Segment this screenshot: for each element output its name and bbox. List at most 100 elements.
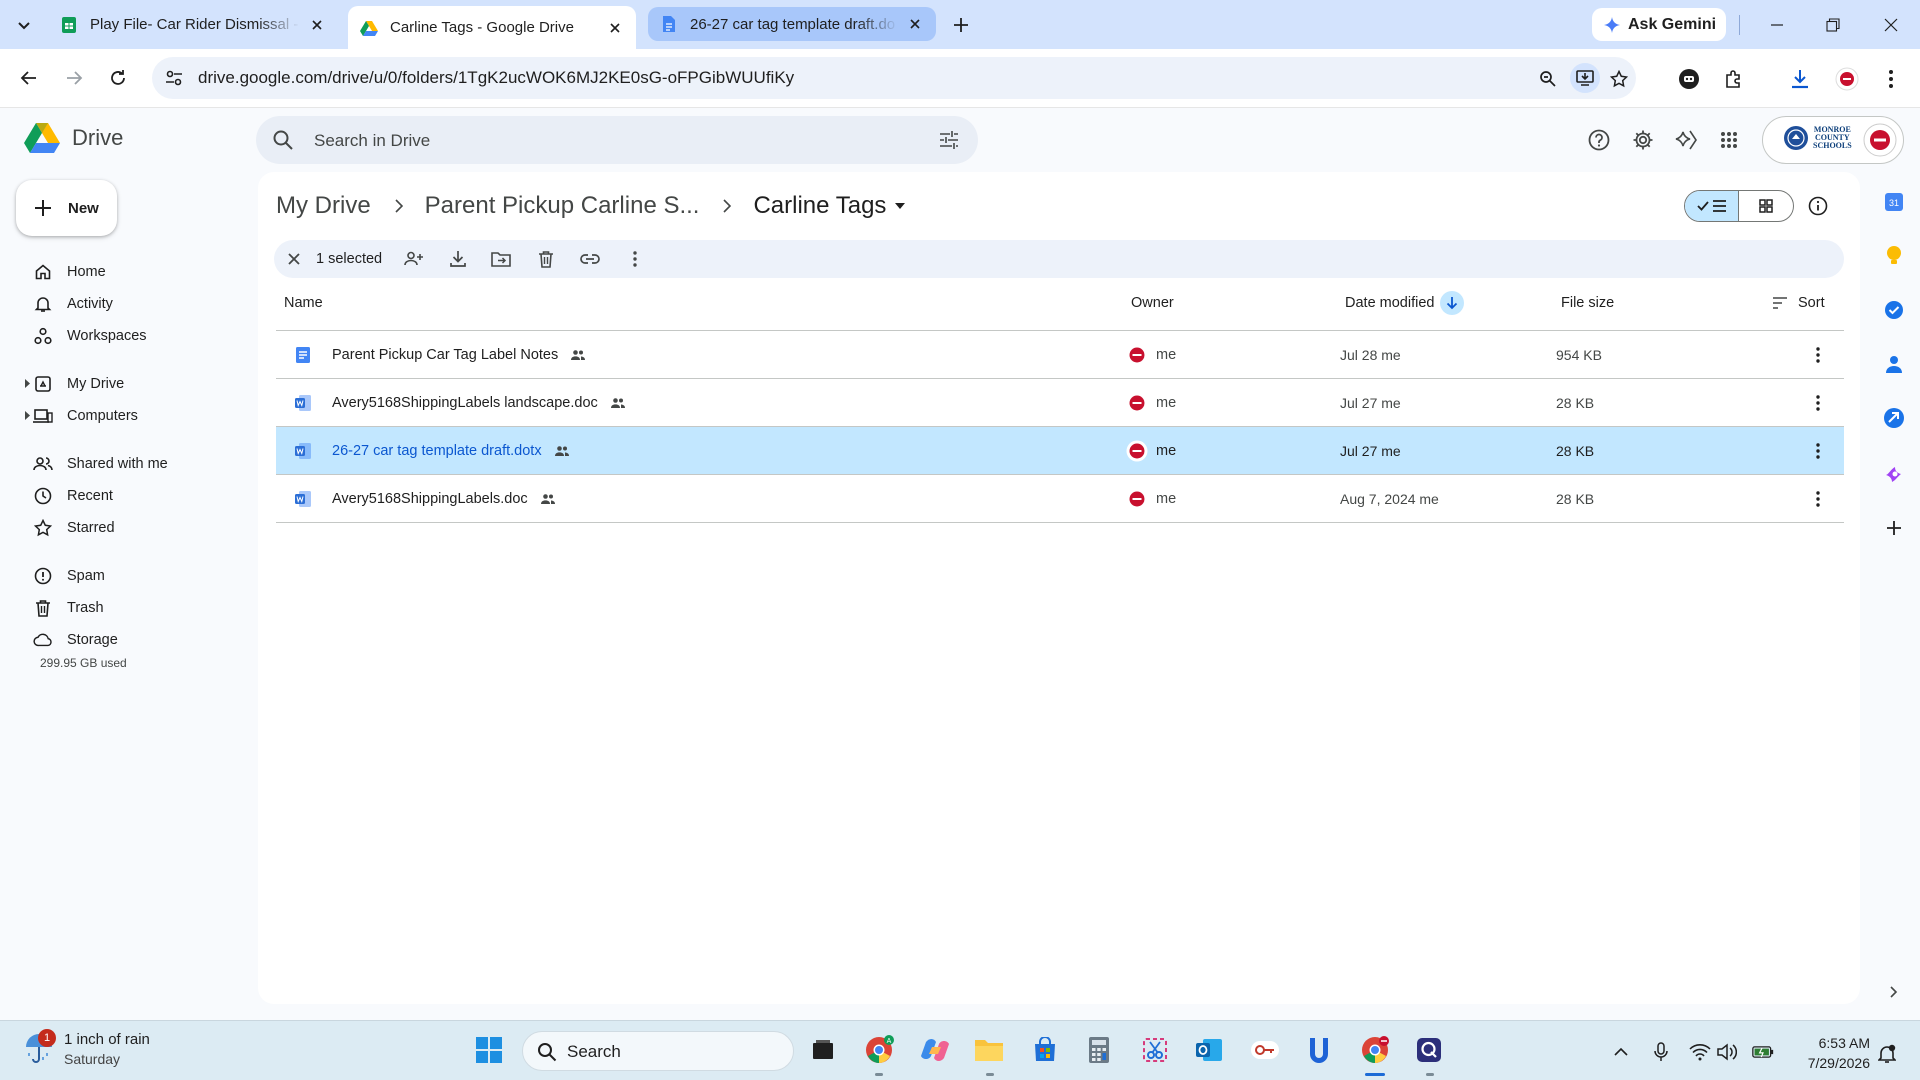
zoom-icon[interactable] [1536,67,1560,91]
column-header-name[interactable]: Name [284,282,323,324]
forward-button[interactable] [61,65,87,91]
browser-tab-play-file[interactable]: Play File- Car Rider Dismissal - F [48,8,338,41]
sidebar-item-home[interactable]: Home [0,256,240,288]
file-explorer-icon[interactable] [972,1033,1006,1067]
wifi-icon[interactable] [1689,1041,1711,1063]
reload-button[interactable] [105,65,131,91]
bookmark-star-icon[interactable] [1607,67,1631,91]
sidebar-item-computers[interactable]: Computers [0,400,240,432]
sidebar-item-my-drive[interactable]: My Drive [0,368,240,400]
column-header-owner[interactable]: Owner [1131,282,1174,324]
taskbar-search[interactable]: Search [522,1031,794,1071]
start-button[interactable] [472,1033,506,1067]
calculator-icon[interactable] [1082,1033,1116,1067]
row-more-actions-button[interactable] [1806,439,1830,463]
browser-tab-carline-tags[interactable]: Carline Tags - Google Drive [348,6,636,49]
breadcrumb-my-drive[interactable]: My Drive [276,192,371,220]
move-button[interactable] [491,249,511,269]
sidebar-item-activity[interactable]: Activity [0,288,240,320]
downloads-icon[interactable] [1787,66,1813,92]
expand-caret-icon[interactable] [24,411,30,420]
volume-icon[interactable] [1716,1041,1738,1063]
settings-key-icon[interactable] [1248,1033,1282,1067]
extension-app-icon[interactable] [1882,406,1906,430]
close-window-button[interactable] [1880,14,1902,36]
outlook-icon[interactable] [1192,1033,1226,1067]
u-app-icon[interactable] [1302,1033,1336,1067]
row-more-actions-button[interactable] [1806,391,1830,415]
file-row[interactable]: Avery5168ShippingLabels.doc me Aug 7, 20… [276,475,1844,523]
extensions-puzzle-icon[interactable] [1721,66,1747,92]
more-actions-button[interactable] [625,249,645,269]
file-row-selected[interactable]: 26-27 car tag template draft.dotx me Jul… [276,427,1844,475]
file-row[interactable]: Parent Pickup Car Tag Label Notes me Jul… [276,331,1844,379]
download-button[interactable] [448,249,468,269]
sidebar-item-storage[interactable]: Storage [0,624,240,656]
profile-avatar-icon[interactable] [1834,66,1860,92]
collapse-panel-icon[interactable] [1882,980,1906,1004]
weather-widget[interactable]: 1 1 inch of rain Saturday [24,1029,150,1067]
get-addons-plus-icon[interactable] [1882,516,1906,540]
details-info-button[interactable] [1805,193,1831,219]
user-avatar[interactable] [1863,123,1897,157]
new-tab-button[interactable] [948,12,974,38]
sidebar-item-recent[interactable]: Recent [0,480,240,512]
restore-button[interactable] [1822,14,1844,36]
list-view-button[interactable] [1685,191,1740,221]
sort-button[interactable]: Sort [1772,282,1825,324]
back-button[interactable] [16,65,42,91]
close-tab-icon[interactable] [606,19,624,37]
minimize-button[interactable] [1766,14,1788,36]
sidebar-item-shared-with-me[interactable]: Shared with me [0,448,240,480]
settings-gear-icon[interactable] [1629,126,1657,154]
show-hidden-icons-chevron-up-icon[interactable] [1610,1041,1632,1063]
copy-link-button[interactable] [580,249,600,269]
ask-gemini-button[interactable]: Ask Gemini [1592,8,1726,41]
tab-search-button[interactable] [10,11,38,39]
tasks-icon[interactable] [1882,298,1906,322]
system-clock[interactable]: 6:53 AM 7/29/2026 [1790,1033,1870,1073]
microsoft-store-icon[interactable] [1028,1033,1062,1067]
column-header-date-modified[interactable]: Date modified [1345,282,1465,324]
chrome-icon[interactable] [1358,1033,1392,1067]
sort-descending-icon[interactable] [1440,291,1465,315]
addon-icon[interactable] [1882,462,1906,486]
microphone-icon[interactable] [1650,1041,1672,1063]
sidebar-item-workspaces[interactable]: Workspaces [0,320,240,352]
delete-button[interactable] [536,249,556,269]
calendar-icon[interactable]: 31 [1882,190,1906,214]
row-more-actions-button[interactable] [1806,343,1830,367]
battery-charging-icon[interactable] [1752,1041,1774,1063]
chrome-menu-icon[interactable] [1878,66,1904,92]
breadcrumb-current-folder[interactable]: Carline Tags [753,192,906,220]
address-bar[interactable]: drive.google.com/drive/u/0/folders/1TgK2… [152,57,1636,99]
file-row[interactable]: Avery5168ShippingLabels landscape.doc me… [276,379,1844,427]
account-chip[interactable]: MONROE COUNTY SCHOOLS [1762,116,1904,164]
keep-icon[interactable] [1882,244,1906,268]
apps-grid-icon[interactable] [1715,126,1743,154]
q-app-icon[interactable] [1412,1033,1446,1067]
row-more-actions-button[interactable] [1806,487,1830,511]
close-tab-icon[interactable] [308,16,326,34]
snipping-tool-icon[interactable] [1138,1033,1172,1067]
drive-search-input[interactable]: Search in Drive [256,116,978,164]
sidebar-item-trash[interactable]: Trash [0,592,240,624]
help-icon[interactable] [1585,126,1613,154]
notification-bell-icon[interactable] [1876,1043,1898,1065]
expand-caret-icon[interactable] [24,379,30,388]
contacts-icon[interactable] [1882,352,1906,376]
search-options-icon[interactable] [938,129,960,151]
sidebar-item-starred[interactable]: Starred [0,512,240,544]
sidebar-item-spam[interactable]: Spam [0,560,240,592]
copilot-icon[interactable] [918,1033,952,1067]
gemini-icon[interactable] [1673,126,1701,154]
browser-tab-car-tag-template[interactable]: 26-27 car tag template draft.do [648,7,936,41]
chrome-profile-a-icon[interactable]: A [862,1033,896,1067]
grid-view-button[interactable] [1739,191,1793,221]
breadcrumb-parent-folder[interactable]: Parent Pickup Carline S... [425,192,700,220]
close-tab-icon[interactable] [906,15,924,33]
share-button[interactable] [404,249,424,269]
column-header-file-size[interactable]: File size [1561,282,1614,324]
task-view-icon[interactable] [806,1033,840,1067]
drive-logo[interactable]: Drive [24,122,123,154]
